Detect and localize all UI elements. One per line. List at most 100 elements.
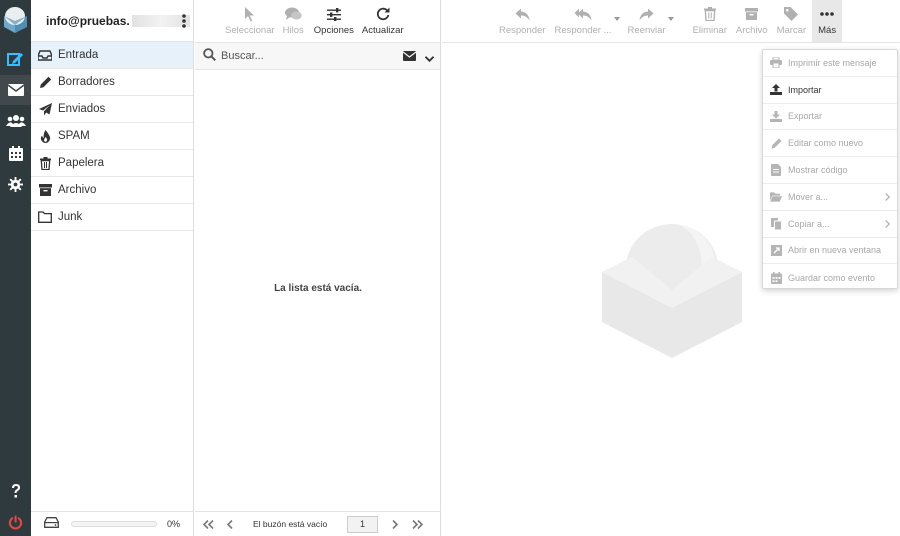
paper-plane-icon bbox=[38, 102, 52, 116]
folder-sent[interactable]: Enviados bbox=[31, 96, 193, 123]
inbox-icon bbox=[38, 48, 52, 62]
code-icon bbox=[770, 164, 782, 177]
reply-all-button-label: Responder ... bbox=[554, 25, 612, 36]
folder-label: Junk bbox=[58, 211, 83, 223]
app-navigation-rail bbox=[0, 0, 31, 536]
account-menu-kebab-icon[interactable] bbox=[181, 13, 187, 29]
archive-button[interactable]: Archivo bbox=[736, 0, 768, 36]
more-dots-icon bbox=[820, 5, 834, 23]
forward-dropdown-caret-icon[interactable] bbox=[667, 17, 674, 21]
menu-item-save-as-event[interactable]: Guardar como evento bbox=[763, 264, 897, 291]
reply-all-icon bbox=[574, 5, 592, 23]
download-icon bbox=[770, 110, 782, 122]
menu-item-label: Abrir en nueva ventana bbox=[788, 245, 882, 256]
help-icon[interactable] bbox=[0, 476, 31, 506]
folder-label: Entrada bbox=[58, 49, 99, 61]
roundcube-logo[interactable] bbox=[2, 6, 29, 34]
menu-item-label: Exportar bbox=[788, 111, 823, 122]
roundcube-watermark-logo bbox=[602, 222, 742, 363]
menu-item-move-to[interactable]: Mover a... bbox=[763, 184, 897, 211]
chat-bubbles-icon bbox=[284, 5, 302, 23]
menu-item-export[interactable]: Exportar bbox=[763, 104, 897, 131]
menu-item-copy-to[interactable]: Copiar a... bbox=[763, 211, 897, 238]
delete-button[interactable]: Eliminar bbox=[693, 0, 727, 36]
quota-percent: 0% bbox=[167, 519, 181, 529]
more-button[interactable]: Más bbox=[812, 0, 843, 42]
chevron-down-icon[interactable] bbox=[424, 51, 435, 65]
folder-junk[interactable]: Junk bbox=[31, 204, 193, 231]
previous-page-icon[interactable] bbox=[219, 519, 241, 529]
reply-arrow-icon bbox=[515, 5, 530, 23]
first-page-icon[interactable] bbox=[197, 519, 219, 529]
account-email: info@pruebas. bbox=[46, 13, 130, 28]
folder-trash[interactable]: Papelera bbox=[31, 150, 193, 177]
chevron-right-icon bbox=[885, 219, 891, 230]
calendar-icon[interactable] bbox=[0, 138, 31, 168]
next-page-icon[interactable] bbox=[384, 519, 406, 529]
options-button-label: Opciones bbox=[313, 25, 354, 36]
folder-label: SPAM bbox=[58, 130, 90, 142]
settings-gear-icon[interactable] bbox=[0, 169, 31, 199]
compose-icon[interactable] bbox=[0, 44, 31, 74]
mailbox-status: El buzón está vacío bbox=[253, 519, 328, 529]
logout-power-icon[interactable] bbox=[0, 507, 31, 536]
forward-button[interactable]: Reenviar bbox=[628, 0, 666, 36]
search-input[interactable] bbox=[221, 50, 381, 62]
empty-list-message: La lista está vacía. bbox=[274, 283, 362, 294]
external-window-icon bbox=[770, 244, 782, 256]
more-actions-menu: Imprimir este mensaje Importar Exportar … bbox=[762, 49, 898, 289]
mark-button-label: Marcar bbox=[776, 25, 807, 36]
menu-item-open-new-window[interactable]: Abrir en nueva ventana bbox=[763, 238, 897, 265]
delete-button-label: Eliminar bbox=[692, 25, 727, 36]
upload-icon bbox=[770, 84, 782, 96]
folder-inbox[interactable]: Entrada bbox=[31, 42, 193, 69]
chevron-right-icon bbox=[885, 193, 891, 203]
refresh-button-label: Actualizar bbox=[361, 25, 404, 36]
select-button[interactable]: Seleccionar bbox=[225, 0, 275, 36]
more-button-label: Más bbox=[818, 25, 837, 36]
menu-item-show-source[interactable]: Mostrar código bbox=[763, 157, 897, 184]
folder-drafts[interactable]: Borradores bbox=[31, 69, 193, 96]
menu-item-label: Guardar como evento bbox=[788, 272, 876, 283]
folder-open-icon bbox=[770, 191, 782, 203]
threads-button-label: Hilos bbox=[282, 25, 304, 36]
folder-panel: info@pruebas. Entrada Borradores Enviado… bbox=[31, 0, 194, 536]
account-header: info@pruebas. bbox=[31, 0, 193, 42]
menu-item-label: Copiar a... bbox=[788, 218, 830, 229]
menu-item-label: Mover a... bbox=[788, 191, 829, 202]
copy-icon bbox=[770, 217, 782, 230]
menu-item-import[interactable]: Importar bbox=[763, 77, 897, 104]
folder-icon bbox=[38, 210, 52, 224]
archive-box-icon bbox=[745, 5, 759, 23]
archive-button-label: Archivo bbox=[735, 25, 768, 36]
last-page-icon[interactable] bbox=[406, 519, 428, 529]
envelope-filter-icon[interactable] bbox=[402, 50, 417, 64]
list-toolbar: Seleccionar Hilos Opciones Actualizar bbox=[195, 0, 440, 43]
menu-item-print[interactable]: Imprimir este mensaje bbox=[763, 50, 897, 77]
search-icon bbox=[203, 48, 217, 64]
options-button[interactable]: Opciones bbox=[314, 0, 354, 36]
refresh-button[interactable]: Actualizar bbox=[362, 0, 404, 36]
folder-spam[interactable]: SPAM bbox=[31, 123, 193, 150]
forward-button-label: Reenviar bbox=[627, 25, 666, 36]
menu-item-label: Importar bbox=[788, 84, 822, 95]
list-pager: El buzón está vacío 1 bbox=[195, 511, 441, 536]
mail-icon[interactable] bbox=[0, 75, 31, 105]
page-number-input[interactable]: 1 bbox=[347, 515, 378, 533]
mark-button[interactable]: Marcar bbox=[776, 0, 807, 36]
reply-all-button[interactable]: Responder ... bbox=[554, 0, 612, 36]
contacts-icon[interactable] bbox=[0, 106, 31, 136]
menu-item-label: Imprimir este mensaje bbox=[788, 57, 877, 68]
folder-archive[interactable]: Archivo bbox=[31, 177, 193, 204]
message-toolbar: Responder Responder ... Reenviar Elimina… bbox=[442, 0, 900, 43]
reply-button[interactable]: Responder bbox=[499, 0, 545, 36]
threads-button[interactable]: Hilos bbox=[283, 0, 304, 36]
trash-icon bbox=[38, 156, 52, 170]
forward-arrow-icon bbox=[639, 5, 654, 23]
storage-drive-icon bbox=[44, 517, 59, 531]
reply-all-dropdown-caret-icon[interactable] bbox=[613, 17, 620, 21]
folder-label: Borradores bbox=[58, 76, 115, 88]
pencil-icon bbox=[38, 75, 52, 89]
menu-item-edit-as-new[interactable]: Editar como nuevo bbox=[763, 130, 897, 158]
folder-label: Archivo bbox=[58, 184, 97, 196]
